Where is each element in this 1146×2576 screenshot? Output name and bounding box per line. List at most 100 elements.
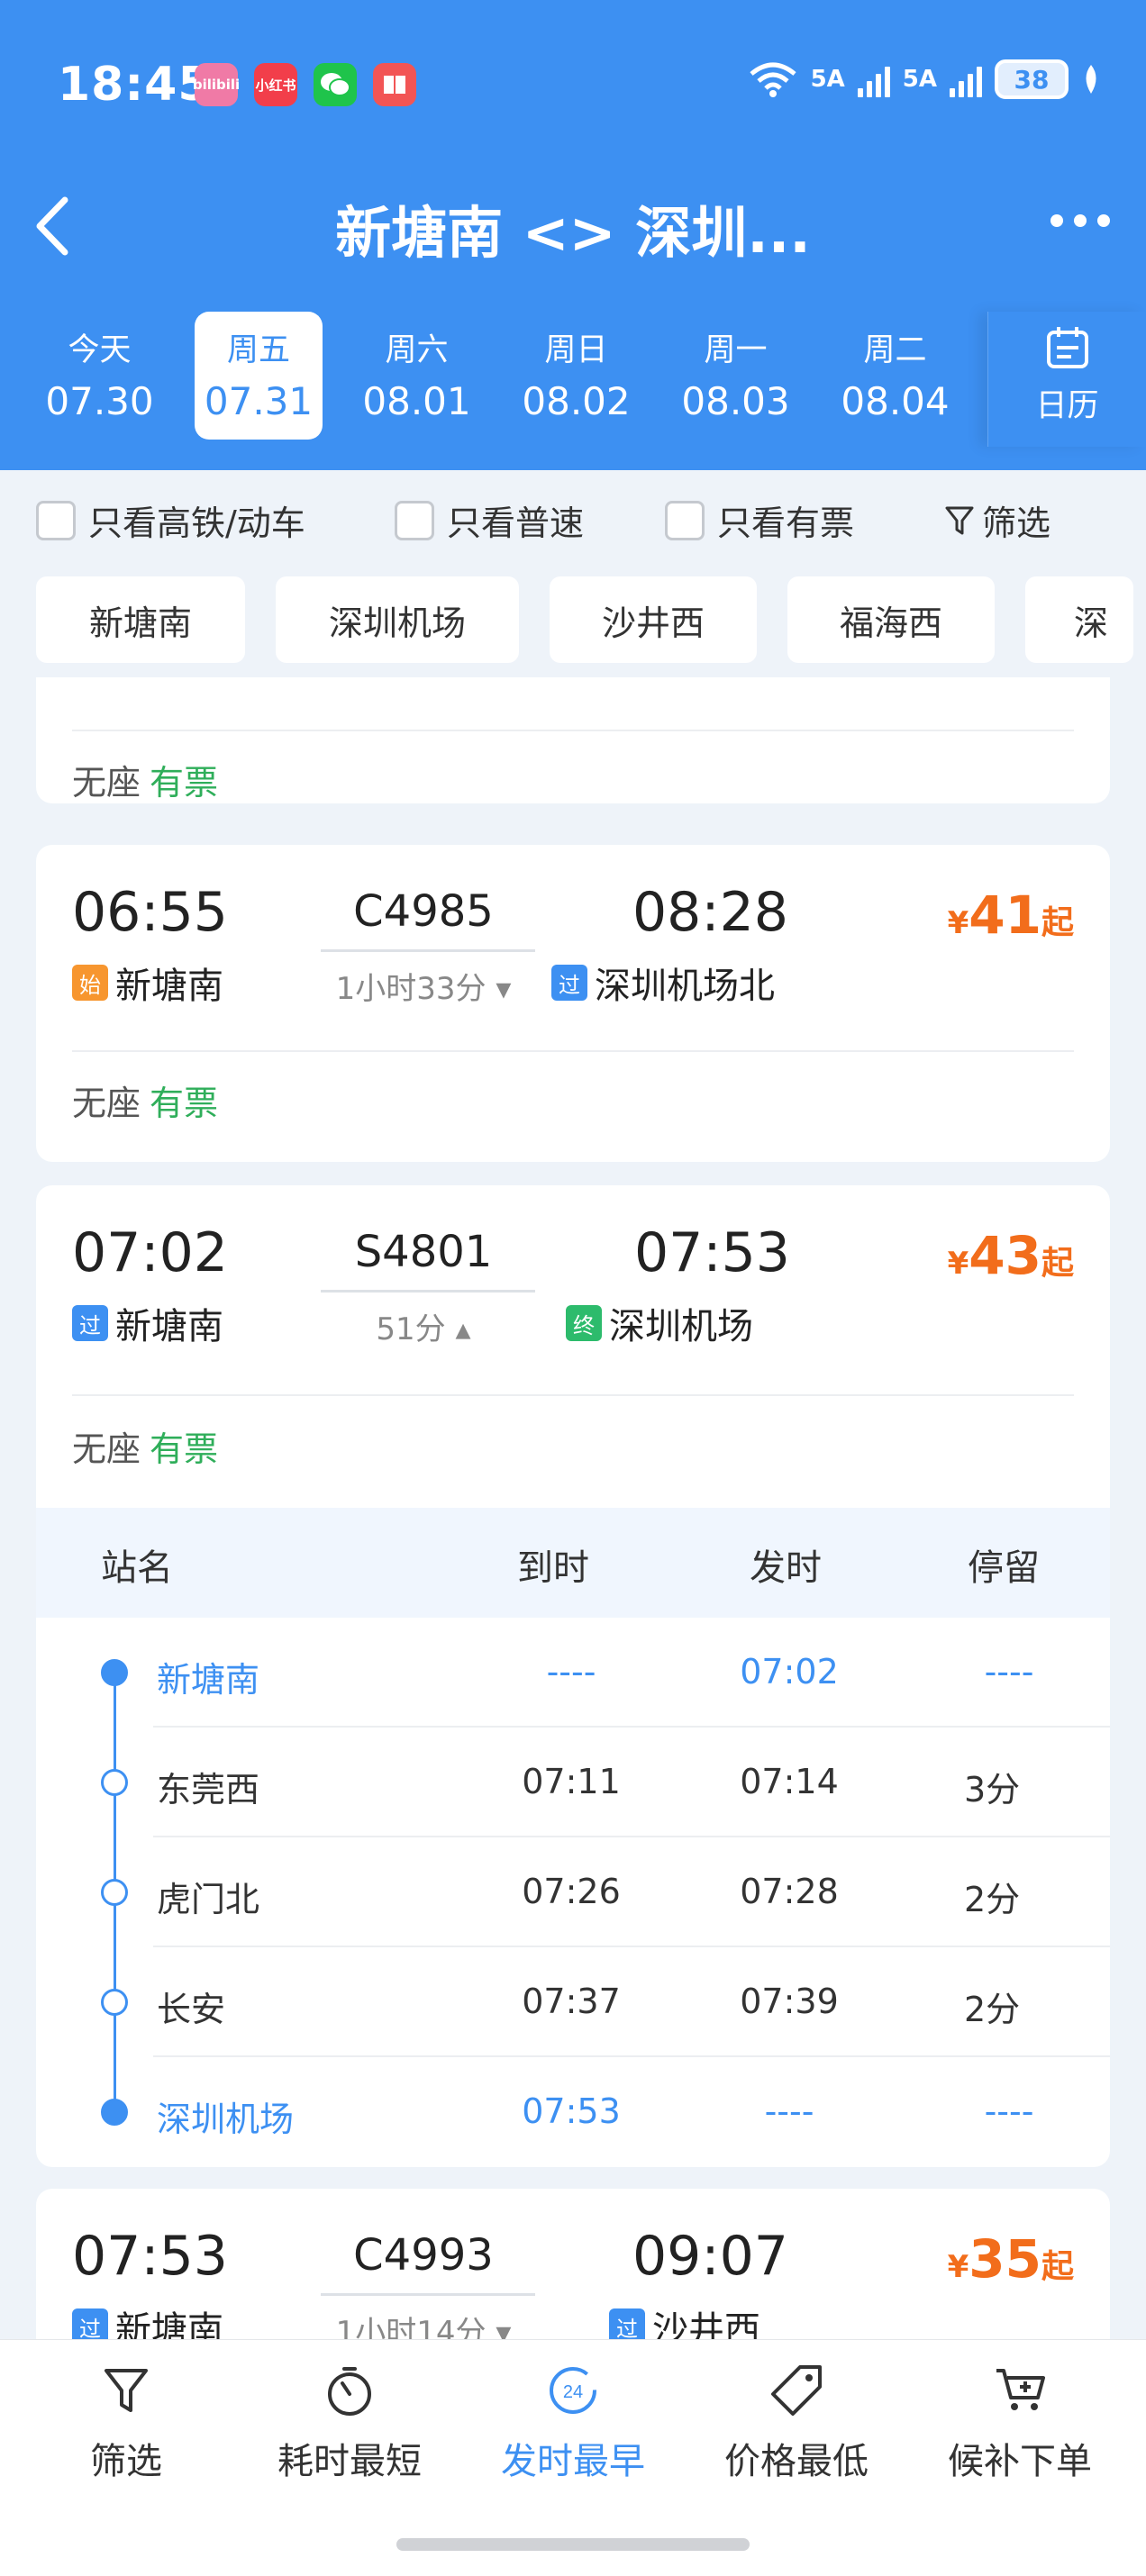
page-title: 新塘南 <> 深圳... bbox=[335, 200, 811, 266]
home-indicator[interactable] bbox=[396, 2538, 750, 2551]
stop-stay: 2分 bbox=[964, 1990, 1021, 2029]
header-stay: 停留 bbox=[968, 1547, 1040, 1589]
filter-highspeed-checkbox[interactable]: 只看高铁/动车 bbox=[36, 495, 305, 545]
pass-tag: 过 bbox=[551, 965, 587, 1001]
station-name: 新塘南 bbox=[115, 2309, 223, 2339]
date-tab-today[interactable]: 今天 07.30 bbox=[20, 312, 179, 440]
header-depart: 发时 bbox=[750, 1547, 822, 1589]
duration-label: 1小时14分 bbox=[335, 2315, 487, 2339]
stop-name: 长安 bbox=[157, 1990, 226, 2029]
station-chip[interactable]: 深圳机场 bbox=[276, 576, 519, 663]
price-tag-icon bbox=[771, 2365, 822, 2416]
station-chip[interactable]: 新塘南 bbox=[36, 576, 245, 663]
filter-button[interactable]: 筛选 bbox=[944, 495, 1050, 545]
tab-waitlist[interactable]: 候补下单 bbox=[930, 2362, 1110, 2484]
seat-label: 无座 bbox=[72, 1429, 141, 1469]
stop-name: 新塘南 bbox=[157, 1660, 260, 1700]
train-card[interactable]: 无座 有票 bbox=[36, 677, 1110, 803]
duration[interactable]: 1小时14分 ▾ bbox=[315, 2308, 532, 2339]
arrival-station: 过深圳机场北 bbox=[551, 957, 775, 1009]
stop-dot bbox=[101, 1989, 128, 2016]
stops-table-header: 站名 到时 发时 停留 bbox=[36, 1508, 1110, 1618]
date-weekday: 周六 bbox=[385, 332, 449, 368]
station-name: 深圳机场 bbox=[609, 1306, 753, 1347]
train-card[interactable]: 06:55 C4985 1小时33分 ▾ 08:28 始新塘南 过深圳机场北 ¥… bbox=[36, 845, 1110, 1162]
availability: 有票 bbox=[150, 1084, 219, 1123]
date-tab-tue[interactable]: 周二 08.04 bbox=[815, 312, 975, 440]
price: ¥43 起 bbox=[948, 1225, 1074, 1286]
train-card-expanded[interactable]: 07:02 S4801 51分 ▴ 07:53 过新塘南 终深圳机场 ¥43 起 … bbox=[36, 1185, 1110, 2167]
header-arrive: 到时 bbox=[517, 1547, 589, 1589]
train-number: C4993 bbox=[353, 2230, 494, 2281]
arrival-time: 09:07 bbox=[632, 2225, 788, 2288]
funnel-icon bbox=[945, 506, 974, 534]
departure-station: 过新塘南 bbox=[72, 2300, 223, 2339]
filter-available-checkbox[interactable]: 只看有票 bbox=[665, 495, 854, 545]
stop-row: 东莞西 07:11 07:14 3分 bbox=[36, 1728, 1110, 1837]
cart-plus-icon bbox=[996, 2369, 1045, 2410]
date-value: 08.01 bbox=[362, 379, 471, 423]
arrival-time: 07:53 bbox=[634, 1221, 790, 1284]
stop-depart: ---- bbox=[764, 2091, 814, 2131]
duration[interactable]: 1小时33分 ▾ bbox=[315, 964, 532, 1008]
signal-icon-2 bbox=[950, 61, 982, 97]
arrival-station: 过沙井西 bbox=[609, 2300, 760, 2339]
price-currency: ¥ bbox=[947, 1246, 969, 1282]
calendar-button[interactable]: 日历 bbox=[987, 312, 1146, 447]
price-amount: 43 bbox=[969, 1225, 1041, 1286]
price-amount: 35 bbox=[969, 2228, 1041, 2290]
card-divider bbox=[72, 730, 1074, 731]
date-tab-selected[interactable]: 周五 07.31 bbox=[195, 312, 323, 440]
leaf-icon bbox=[1086, 65, 1096, 94]
calendar-label: 日历 bbox=[1035, 388, 1099, 424]
availability: 有票 bbox=[150, 763, 219, 803]
price: ¥35 起 bbox=[948, 2228, 1074, 2290]
availability: 有票 bbox=[150, 1429, 219, 1469]
checkbox-icon bbox=[665, 500, 705, 540]
filter-row: 只看高铁/动车 只看普速 只看有票 筛选 bbox=[0, 470, 1146, 560]
filter-label: 只看高铁/动车 bbox=[88, 503, 305, 543]
card-divider bbox=[72, 1050, 1074, 1052]
filter-regular-checkbox[interactable]: 只看普速 bbox=[395, 495, 584, 545]
pass-tag: 过 bbox=[72, 1305, 108, 1341]
tab-filter[interactable]: 筛选 bbox=[36, 2362, 216, 2484]
stop-stay: 2分 bbox=[964, 1880, 1021, 1919]
train-divider bbox=[321, 1290, 535, 1293]
wechat-icon bbox=[314, 63, 357, 106]
tab-shortest[interactable]: 耗时最短 bbox=[259, 2362, 440, 2484]
stop-dot bbox=[101, 1659, 128, 1686]
date-tabs: 今天 07.30 周五 07.31 周六 08.01 周日 08.02 周一 08.03 … bbox=[20, 312, 975, 440]
date-tab-sun[interactable]: 周日 08.02 bbox=[496, 312, 656, 440]
price: ¥41 起 bbox=[948, 884, 1074, 946]
stop-stay: 3分 bbox=[964, 1770, 1021, 1810]
network-label-1: 5A bbox=[810, 66, 845, 93]
xiaohongshu-icon: 小红书 bbox=[254, 63, 297, 106]
checkbox-icon bbox=[395, 500, 434, 540]
departure-time: 07:53 bbox=[72, 2225, 228, 2288]
duration[interactable]: 51分 ▴ bbox=[315, 1304, 532, 1348]
tab-earliest[interactable]: 24 发时最早 bbox=[483, 2362, 663, 2484]
date-value: 08.03 bbox=[681, 379, 790, 423]
station-chip[interactable]: 沙井西 bbox=[550, 576, 757, 663]
more-options-icon[interactable] bbox=[1050, 214, 1110, 227]
stopwatch-icon bbox=[328, 2367, 371, 2416]
date-tab-sat[interactable]: 周六 08.01 bbox=[337, 312, 496, 440]
duration-label: 1小时33分 bbox=[335, 971, 487, 1007]
station-chip[interactable]: 福海西 bbox=[787, 576, 995, 663]
train-card[interactable]: 07:53 C4993 1小时14分 ▾ 09:07 过新塘南 过沙井西 ¥35… bbox=[36, 2189, 1110, 2339]
date-value: 07.30 bbox=[45, 379, 154, 423]
date-tab-mon[interactable]: 周一 08.03 bbox=[656, 312, 815, 440]
header-station: 站名 bbox=[101, 1547, 173, 1589]
tab-lowest-price[interactable]: 价格最低 bbox=[706, 2362, 887, 2484]
train-list: 无座 有票 06:55 C4985 1小时33分 ▾ 08:28 始新塘南 过深圳… bbox=[0, 677, 1146, 2339]
book-icon bbox=[373, 63, 416, 106]
clock-24-icon: 24 bbox=[550, 2367, 596, 2414]
date-weekday: 周日 bbox=[544, 332, 608, 368]
funnel-icon bbox=[105, 2369, 148, 2412]
station-chip[interactable]: 深 bbox=[1025, 576, 1133, 663]
seat-info: 无座 有票 bbox=[72, 1075, 218, 1125]
stop-arrive: ---- bbox=[546, 1652, 596, 1692]
seat-info: 无座 有票 bbox=[72, 1421, 218, 1471]
station-name: 沙井西 bbox=[652, 2309, 760, 2339]
stop-arrive: 07:11 bbox=[522, 1762, 621, 1801]
